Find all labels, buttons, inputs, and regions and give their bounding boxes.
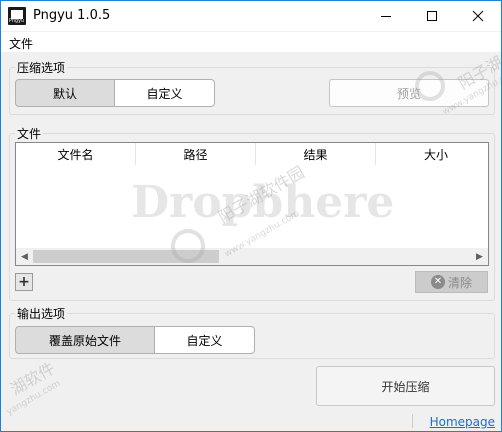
close-icon: [472, 10, 484, 22]
output-group-title: 输出选项: [15, 305, 68, 322]
scroll-left-icon[interactable]: ◀: [16, 248, 33, 265]
column-header-filename[interactable]: 文件名: [16, 143, 136, 165]
output-overwrite-button[interactable]: 覆盖原始文件: [15, 326, 155, 354]
watermark-bottom-left-url: yangzhu.com: [5, 378, 63, 418]
compression-group-title: 压缩选项: [15, 59, 68, 76]
maximize-icon: [427, 11, 437, 21]
title-bar[interactable]: Pngyu Pngyu 1.0.5: [1, 1, 501, 31]
horizontal-scrollbar[interactable]: ◀ ▶: [16, 248, 488, 265]
output-custom-button[interactable]: 自定义: [155, 326, 255, 354]
compression-default-button[interactable]: 默认: [15, 79, 115, 107]
file-table[interactable]: 文件名 路径 结果 大小 ◀ ▶: [15, 142, 489, 266]
compression-custom-button[interactable]: 自定义: [115, 79, 215, 107]
app-window: Pngyu Pngyu 1.0.5 文件 压缩选项 默认 自定义 预览 文件 文…: [0, 0, 502, 432]
preview-button[interactable]: 预览: [329, 79, 489, 107]
clear-label: 清除: [447, 275, 472, 290]
column-header-result[interactable]: 结果: [256, 143, 376, 165]
menu-bar: 文件: [1, 32, 501, 52]
column-header-path[interactable]: 路径: [136, 143, 256, 165]
minimize-button[interactable]: [363, 1, 409, 31]
minimize-icon: [381, 16, 391, 17]
plus-icon: +: [18, 274, 30, 290]
app-icon: Pngyu: [8, 7, 26, 25]
files-group-title: 文件: [15, 125, 44, 142]
maximize-button[interactable]: [409, 1, 455, 31]
scroll-right-icon[interactable]: ▶: [471, 248, 488, 265]
column-header-size[interactable]: 大小: [376, 143, 488, 165]
homepage-link[interactable]: Homepage: [430, 415, 495, 429]
clear-button[interactable]: ✕ 清除: [415, 271, 488, 293]
close-button[interactable]: [455, 1, 501, 31]
watermark-bottom-left-cn: 湖软件: [7, 358, 59, 399]
status-divider: [412, 414, 413, 428]
add-file-button[interactable]: +: [15, 273, 33, 291]
clear-icon: ✕: [430, 275, 445, 289]
menu-file[interactable]: 文件: [9, 35, 33, 52]
scrollbar-thumb[interactable]: [33, 250, 219, 263]
window-title: Pngyu 1.0.5: [33, 8, 111, 23]
start-compress-button[interactable]: 开始压缩: [316, 366, 495, 406]
file-table-header: 文件名 路径 结果 大小: [16, 143, 488, 165]
